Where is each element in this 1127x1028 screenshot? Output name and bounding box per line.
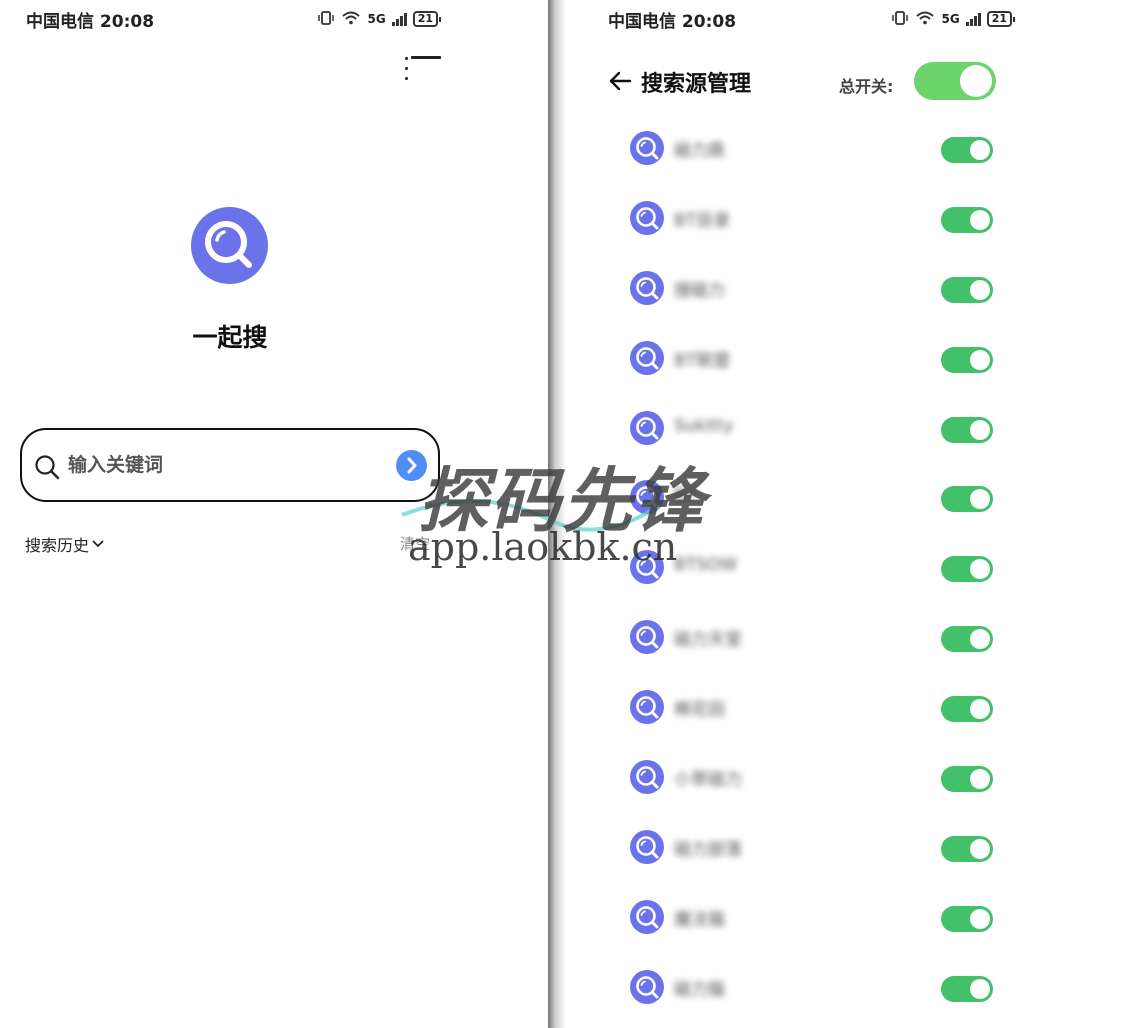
- carrier-time: 中国电信 20:08: [608, 11, 737, 32]
- source-toggle[interactable]: [941, 835, 993, 862]
- source-toggle[interactable]: [941, 486, 993, 513]
- search-icon: [630, 899, 664, 934]
- source-row: 磁力部落: [578, 813, 1127, 883]
- wifi-icon: [915, 11, 935, 28]
- source-name: 小草磁力: [674, 770, 742, 791]
- search-icon: [630, 270, 664, 305]
- source-toggle[interactable]: [941, 696, 993, 723]
- source-name: 磁力猫: [674, 979, 725, 1000]
- master-switch-label: 总开关:: [839, 77, 894, 96]
- search-history-toggle[interactable]: 搜索历史: [25, 532, 105, 556]
- vibrate-icon: [317, 10, 335, 28]
- status-icons: 5G 21: [317, 10, 442, 28]
- network-type: 5G: [367, 12, 386, 26]
- source-row: BT目录: [578, 184, 1127, 254]
- source-toggle[interactable]: [941, 276, 993, 303]
- source-management-screen: 中国电信 20:08 5G 21 搜索源管理 总开关: 磁力鼎 BT目录搜磁力 BT…: [578, 0, 1127, 1028]
- panel-divider: [548, 0, 578, 1028]
- source-toggle[interactable]: [941, 766, 993, 793]
- search-icon: [630, 690, 664, 725]
- status-bar: 中国电信 20:08 5G 21: [26, 8, 442, 32]
- search-bar[interactable]: [20, 428, 440, 502]
- source-row: BT联盟: [578, 324, 1127, 394]
- status-icons: 5G 21: [891, 10, 1016, 28]
- source-name: BT: [674, 485, 697, 506]
- search-icon: [630, 969, 664, 1004]
- source-name: 磁力天堂: [674, 630, 742, 651]
- carrier-time: 中国电信 20:08: [26, 11, 155, 32]
- source-row: 磁力猫: [578, 953, 1127, 1023]
- home-screen: 中国电信 20:08 5G 21 一起搜 输入关键词 搜索历史 清空: [0, 0, 548, 1028]
- search-icon: [630, 829, 664, 864]
- source-name: BT目录: [674, 210, 731, 231]
- source-toggle[interactable]: [941, 556, 993, 583]
- source-name: 棉花田: [674, 700, 725, 721]
- search-icon: [630, 200, 664, 235]
- page-title: 搜索源管理: [641, 72, 752, 97]
- master-switch-toggle[interactable]: [914, 62, 996, 100]
- source-name: 磁力部落: [674, 839, 742, 860]
- source-name: BTSOW: [674, 555, 738, 576]
- source-toggle[interactable]: [941, 346, 993, 373]
- app-title: 一起搜: [192, 323, 268, 352]
- signal-icon: [391, 12, 407, 26]
- source-toggle[interactable]: [941, 975, 993, 1002]
- search-go-button[interactable]: [396, 450, 427, 481]
- source-list: 磁力鼎 BT目录搜磁力 BT联盟 Sukitty BT BTSOW 磁力天堂棉花田小草磁力磁…: [578, 114, 1127, 1023]
- search-icon: [630, 480, 664, 515]
- source-toggle[interactable]: [941, 905, 993, 932]
- battery-icon: 21: [412, 11, 442, 27]
- source-toggle[interactable]: [941, 416, 993, 443]
- source-row: 磁力天堂: [578, 603, 1127, 673]
- source-name: 磁力鼎: [674, 141, 725, 161]
- back-arrow-icon[interactable]: [608, 70, 632, 96]
- vibrate-icon: [891, 10, 909, 28]
- source-row: BTSOW: [578, 533, 1127, 603]
- search-input[interactable]: [68, 450, 388, 480]
- menu-icon[interactable]: [405, 56, 441, 82]
- source-name: 魔法猫: [674, 909, 725, 930]
- source-row: Sukitty: [578, 394, 1127, 464]
- source-name: 搜磁力: [674, 280, 725, 301]
- source-row: 魔法猫: [578, 883, 1127, 953]
- search-icon: [630, 620, 664, 655]
- source-row: 棉花田: [578, 673, 1127, 743]
- search-icon: [630, 410, 664, 445]
- source-row: 搜磁力: [578, 254, 1127, 324]
- source-toggle[interactable]: [941, 206, 993, 233]
- search-icon: [630, 340, 664, 375]
- search-icon: [630, 131, 664, 165]
- status-bar: 中国电信 20:08 5G 21: [608, 8, 1016, 32]
- search-icon: [630, 760, 664, 795]
- battery-icon: 21: [986, 11, 1016, 27]
- chevron-right-icon: [407, 457, 417, 474]
- source-toggle[interactable]: [941, 137, 993, 163]
- source-name: BT联盟: [674, 350, 731, 371]
- wifi-icon: [341, 11, 361, 28]
- source-row: 小草磁力: [578, 743, 1127, 813]
- chevron-down-icon: [92, 540, 104, 548]
- source-toggle[interactable]: [941, 626, 993, 653]
- clear-history-button[interactable]: 清空: [400, 533, 430, 554]
- source-row: 磁力鼎: [578, 114, 1127, 184]
- header: 搜索源管理 总开关:: [606, 60, 1107, 106]
- source-row: BT: [578, 463, 1127, 533]
- search-icon: [630, 550, 664, 585]
- search-icon: [34, 454, 60, 484]
- source-name: Sukitty: [674, 415, 734, 436]
- app-logo-search-icon: [191, 207, 268, 284]
- network-type: 5G: [941, 12, 960, 26]
- signal-icon: [965, 12, 981, 26]
- search-history-label: 搜索历史: [25, 536, 90, 555]
